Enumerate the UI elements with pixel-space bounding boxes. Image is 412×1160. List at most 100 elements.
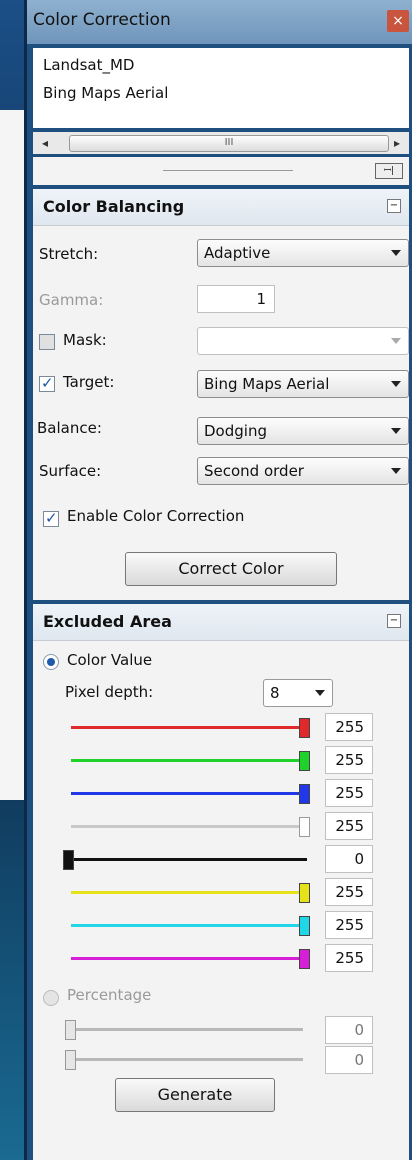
pixel-depth-label: Pixel depth: (65, 683, 154, 701)
channel-gray-value[interactable]: 255 (325, 812, 373, 840)
channel-blue-thumb[interactable] (299, 784, 310, 804)
channel-magenta-value[interactable]: 255 (325, 944, 373, 972)
splitter-grip (163, 170, 293, 171)
channel-value-text: 255 (335, 949, 364, 967)
channel-magenta-track[interactable] (71, 957, 307, 960)
panel-bottom (33, 1136, 409, 1160)
stretch-label: Stretch: (39, 245, 99, 263)
channel-black-thumb[interactable] (63, 850, 74, 870)
percentage-value-text: 0 (354, 1021, 364, 1039)
chevron-down-icon (391, 338, 401, 344)
enable-color-correction-checkbox[interactable]: ✓ (43, 509, 59, 527)
excluded-area-title: Excluded Area (43, 612, 172, 631)
gamma-input[interactable]: 1 (197, 285, 275, 313)
channel-value-text: 0 (354, 850, 364, 868)
percentage-value[interactable]: 0 (325, 1016, 373, 1044)
percentage-track[interactable] (69, 1028, 303, 1031)
scroll-right-icon[interactable]: ▸ (387, 132, 407, 154)
percentage-radio[interactable] (43, 990, 59, 1006)
color-balancing-header[interactable]: Color Balancing − (33, 189, 409, 226)
percentage-track[interactable] (69, 1058, 303, 1061)
layer-list[interactable]: Landsat_MD Bing Maps Aerial (33, 48, 409, 128)
channel-magenta-thumb[interactable] (299, 949, 310, 969)
enable-color-correction-label: Enable Color Correction (67, 507, 245, 525)
mask-dropdown[interactable] (197, 327, 409, 355)
gamma-label: Gamma: (39, 291, 104, 309)
channel-cyan-thumb[interactable] (299, 916, 310, 936)
checkmark-icon: ✓ (45, 509, 58, 527)
close-icon[interactable]: × (387, 10, 409, 32)
mask-checkbox[interactable] (39, 334, 55, 350)
chevron-down-icon (391, 250, 401, 256)
balance-dropdown[interactable]: Dodging (197, 417, 409, 445)
channel-green-value[interactable]: 255 (325, 746, 373, 774)
channel-gray-thumb[interactable] (299, 817, 310, 837)
collapse-icon[interactable]: − (387, 199, 401, 213)
channel-cyan-track[interactable] (71, 924, 307, 927)
correct-color-button[interactable]: Correct Color (125, 552, 337, 586)
percentage-thumb[interactable] (65, 1050, 76, 1070)
color-correction-window: Color Correction × Landsat_MD Bing Maps … (24, 0, 412, 1160)
channel-red-thumb[interactable] (299, 718, 310, 738)
generate-button[interactable]: Generate (115, 1078, 275, 1112)
channel-value-text: 255 (335, 883, 364, 901)
target-checkbox[interactable]: ✓ (39, 374, 55, 392)
channel-value-text: 255 (335, 751, 364, 769)
percentage-label: Percentage (67, 986, 152, 1004)
channel-cyan-value[interactable]: 255 (325, 911, 373, 939)
stretch-value: Adaptive (204, 244, 271, 262)
channel-value-text: 255 (335, 784, 364, 802)
pixel-depth-value: 8 (270, 684, 280, 702)
surface-value: Second order (204, 462, 304, 480)
color-balancing-title: Color Balancing (43, 197, 185, 216)
excluded-area-panel: Excluded Area − Color Value Pixel depth:… (33, 604, 409, 1136)
excluded-area-header[interactable]: Excluded Area − (33, 604, 409, 641)
channel-value-text: 255 (335, 718, 364, 736)
surface-dropdown[interactable]: Second order (197, 457, 409, 485)
channel-black-value[interactable]: 0 (325, 845, 373, 873)
chevron-down-icon (315, 690, 325, 696)
channel-yellow-value[interactable]: 255 (325, 878, 373, 906)
channel-gray-track[interactable] (71, 825, 307, 828)
percentage-value[interactable]: 0 (325, 1046, 373, 1074)
channel-black-track[interactable] (71, 858, 307, 861)
balance-label: Balance: (37, 419, 102, 437)
channel-value-text: 255 (335, 916, 364, 934)
gamma-value: 1 (256, 290, 266, 308)
mask-label: Mask: (63, 331, 107, 349)
chevron-down-icon (391, 428, 401, 434)
chevron-down-icon (391, 468, 401, 474)
channel-red-track[interactable] (71, 726, 307, 729)
layer-item-landsat[interactable]: Landsat_MD (43, 56, 134, 74)
color-value-radio[interactable] (43, 654, 59, 670)
percentage-value-text: 0 (354, 1051, 364, 1069)
scroll-left-icon[interactable]: ◂ (35, 132, 55, 154)
checkmark-icon: ✓ (41, 374, 54, 392)
pin-icon[interactable]: ꟷ| (375, 163, 403, 179)
stretch-dropdown[interactable]: Adaptive (197, 239, 409, 267)
layer-item-bing[interactable]: Bing Maps Aerial (43, 84, 168, 102)
panel-splitter[interactable]: ꟷ| (33, 157, 409, 185)
target-dropdown[interactable]: Bing Maps Aerial (197, 370, 409, 398)
channel-blue-value[interactable]: 255 (325, 779, 373, 807)
balance-value: Dodging (204, 422, 267, 440)
channel-yellow-thumb[interactable] (299, 883, 310, 903)
chevron-down-icon (391, 381, 401, 387)
color-balancing-panel: Color Balancing − Stretch: Adaptive Gamm… (33, 189, 409, 600)
target-value: Bing Maps Aerial (204, 375, 330, 393)
channel-green-thumb[interactable] (299, 751, 310, 771)
target-label: Target: (63, 373, 115, 391)
pixel-depth-dropdown[interactable]: 8 (263, 679, 333, 707)
percentage-thumb[interactable] (65, 1020, 76, 1040)
horizontal-scrollbar[interactable]: ◂ III ▸ (33, 132, 409, 154)
channel-blue-track[interactable] (71, 792, 307, 795)
channel-value-text: 255 (335, 817, 364, 835)
color-value-label: Color Value (67, 651, 153, 669)
collapse-icon[interactable]: − (387, 614, 401, 628)
channel-green-track[interactable] (71, 759, 307, 762)
title-bar[interactable]: Color Correction × (27, 0, 412, 44)
channel-yellow-track[interactable] (71, 891, 307, 894)
channel-red-value[interactable]: 255 (325, 713, 373, 741)
scroll-thumb[interactable]: III (69, 135, 389, 152)
surface-label: Surface: (39, 462, 102, 480)
